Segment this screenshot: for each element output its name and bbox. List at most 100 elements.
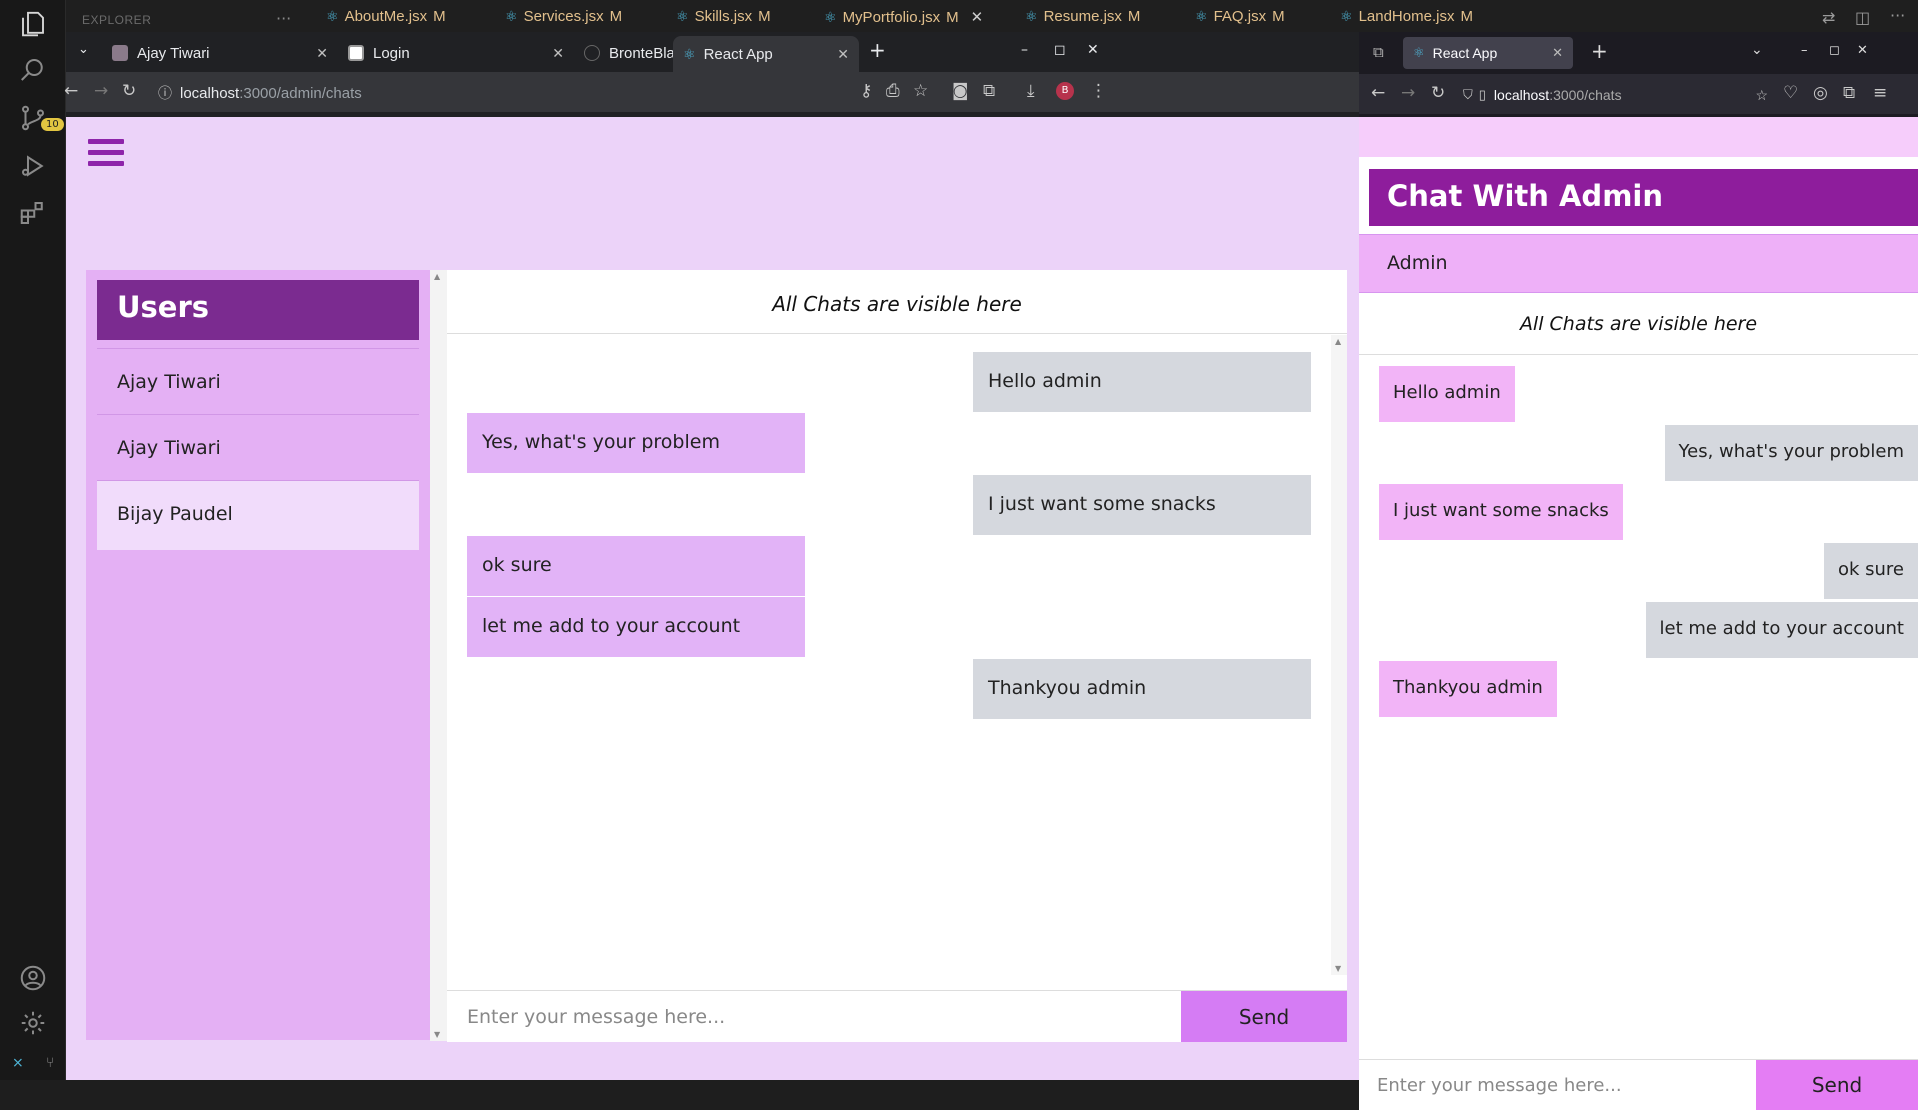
files-icon[interactable]	[15, 6, 51, 42]
hamburger-menu-icon[interactable]	[88, 139, 124, 169]
key-icon[interactable]: ⚷	[860, 81, 872, 101]
close-icon[interactable]: ✕	[971, 8, 984, 26]
user-item[interactable]: Ajay Tiwari	[97, 414, 419, 484]
search-icon[interactable]	[15, 52, 51, 88]
close-icon[interactable]: ✕	[552, 45, 564, 62]
split-editor-icon[interactable]: ◫	[1855, 8, 1870, 27]
run-debug-icon[interactable]	[15, 148, 51, 184]
message-input[interactable]	[447, 991, 1181, 1042]
bookmark-star-icon[interactable]: ☆	[1755, 87, 1768, 104]
explorer-label: EXPLORER	[82, 13, 151, 27]
scm-badge: 10	[41, 118, 64, 131]
extensions-icon[interactable]: ⧉	[1843, 83, 1855, 103]
new-tab-icon[interactable]: +	[869, 38, 886, 62]
more-icon[interactable]: ···	[1890, 6, 1905, 25]
message-bubble-received: ok sure	[467, 536, 805, 596]
page-icon: ▯	[1479, 87, 1486, 103]
message-bubble-sent: Thankyou admin	[973, 659, 1311, 719]
extensions-icon[interactable]: ⧉	[983, 81, 995, 101]
tab-status: M	[946, 9, 959, 26]
back-icon[interactable]: ←	[64, 81, 78, 101]
message-bubble-received: Thankyou admin	[1379, 661, 1557, 717]
message-input[interactable]	[1359, 1060, 1756, 1110]
branch-icon[interactable]: ⑂	[46, 1055, 54, 1071]
users-header: Users	[97, 280, 419, 340]
back-icon[interactable]: ←	[1371, 83, 1385, 103]
tab-status: M	[1272, 8, 1285, 25]
chat-panel: All Chats are visible here Hello admin Y…	[447, 270, 1347, 1041]
pocket-icon[interactable]: ♡	[1783, 83, 1798, 103]
close-window-icon[interactable]: ✕	[1857, 43, 1868, 58]
source-control-icon[interactable]: 10	[15, 100, 51, 136]
url-host: localhost	[1494, 87, 1549, 103]
vscode-tab[interactable]: ⚛FAQ.jsxM	[1195, 8, 1285, 25]
message-list: Hello admin Yes, what's your problem I j…	[447, 335, 1331, 975]
vscode-tab[interactable]: ⚛Services.jsxM	[505, 8, 622, 25]
address-bar[interactable]: localhost:3000/admin/chats	[180, 78, 920, 108]
account-icon[interactable]: ◎	[1813, 83, 1828, 103]
user-item-selected[interactable]: Bijay Paudel	[97, 480, 419, 550]
send-button[interactable]: Send	[1756, 1060, 1918, 1110]
chat-title: All Chats are visible here	[447, 270, 1347, 334]
minimize-icon[interactable]: –	[1021, 42, 1028, 58]
extensions-icon[interactable]	[15, 195, 51, 231]
remote-icon[interactable]: ⨯	[12, 1055, 24, 1071]
message-bubble-sent: Hello admin	[973, 352, 1311, 412]
maximize-icon[interactable]: ◻	[1829, 43, 1840, 58]
chrome-tab[interactable]: Ajay Tiwari ✕	[102, 38, 338, 68]
more-actions-icon[interactable]: ···	[276, 9, 291, 28]
new-tab-icon[interactable]: +	[1591, 39, 1608, 63]
close-icon[interactable]: ✕	[837, 46, 849, 63]
forward-icon[interactable]: →	[1401, 83, 1415, 103]
vscode-tab[interactable]: ⚛Skills.jsxM	[676, 8, 771, 25]
install-app-icon[interactable]: ⎙	[886, 81, 900, 101]
maximize-icon[interactable]: ◻	[1054, 42, 1066, 58]
reload-icon[interactable]: ↻	[122, 81, 136, 101]
close-icon[interactable]: ✕	[1552, 45, 1563, 61]
close-icon[interactable]: ✕	[316, 45, 328, 62]
url-path: :3000/chats	[1549, 87, 1621, 103]
menu-kebab-icon[interactable]: ⋮	[1090, 81, 1107, 101]
address-bar[interactable]: ⛉ ▯ localhost:3000/chats ☆	[1463, 80, 1768, 110]
admin-chat-page: Users Ajay Tiwari Ajay Tiwari Bijay Paud…	[66, 117, 1359, 1080]
settings-gear-icon[interactable]	[15, 1005, 51, 1041]
react-icon: ⚛	[676, 8, 689, 25]
user-item[interactable]: Ajay Tiwari	[97, 348, 419, 418]
tab-status: M	[1460, 8, 1473, 25]
bookmark-star-icon[interactable]: ☆	[913, 81, 928, 101]
download-icon[interactable]: ⤓	[1027, 81, 1035, 101]
close-window-icon[interactable]: ✕	[1087, 42, 1099, 58]
camera-icon[interactable]: ◙	[952, 81, 969, 101]
chrome-tab[interactable]: Login ✕	[338, 38, 574, 68]
list-tabs-icon[interactable]: ⌄	[1751, 42, 1763, 58]
vscode-tab[interactable]: ⚛AboutMe.jsxM	[326, 8, 446, 25]
github-icon	[584, 45, 600, 61]
minimize-icon[interactable]: –	[1801, 43, 1808, 58]
site-info-icon[interactable]: ⓘ	[158, 83, 172, 103]
top-band	[1359, 117, 1918, 157]
chrome-tab-active[interactable]: ⚛ React App ✕	[673, 36, 859, 72]
user-chat-page: Chat With Admin Admin All Chats are visi…	[1359, 117, 1918, 1080]
firefox-tab-bar: ⧉ ⚛ React App ✕ + ⌄ – ◻ ✕	[1359, 32, 1918, 74]
compare-icon[interactable]: ⇄	[1822, 8, 1835, 27]
tab-filename: Resume.jsx	[1044, 8, 1122, 25]
tab-search-icon[interactable]: ⌄	[78, 42, 89, 57]
vscode-tab[interactable]: ⚛Resume.jsxM	[1025, 8, 1140, 25]
profile-avatar[interactable]: B	[1056, 82, 1074, 100]
messages-scrollbar[interactable]: ▲ ▼	[1331, 335, 1347, 975]
tab-filename: FAQ.jsx	[1214, 8, 1267, 25]
vscode-tab[interactable]: ⚛LandHome.jsxM	[1340, 8, 1473, 25]
reload-icon[interactable]: ↻	[1431, 83, 1445, 103]
forward-icon[interactable]: →	[94, 81, 108, 101]
contact-name[interactable]: Admin	[1359, 234, 1918, 293]
page-scrollbar[interactable]: ▲ ▼	[430, 270, 447, 1041]
tab-filename: MyPortfolio.jsx	[843, 9, 941, 26]
firefox-tab-active[interactable]: ⚛ React App ✕	[1403, 37, 1573, 69]
menu-icon[interactable]: ≡	[1873, 83, 1887, 103]
send-button[interactable]: Send	[1181, 991, 1347, 1042]
firefox-view-icon[interactable]: ⧉	[1373, 43, 1384, 61]
message-bubble-sent: ok sure	[1824, 543, 1918, 599]
react-icon: ⚛	[1340, 8, 1353, 25]
account-icon[interactable]	[15, 960, 51, 996]
vscode-tab[interactable]: ⚛MyPortfolio.jsxM✕	[824, 8, 983, 26]
